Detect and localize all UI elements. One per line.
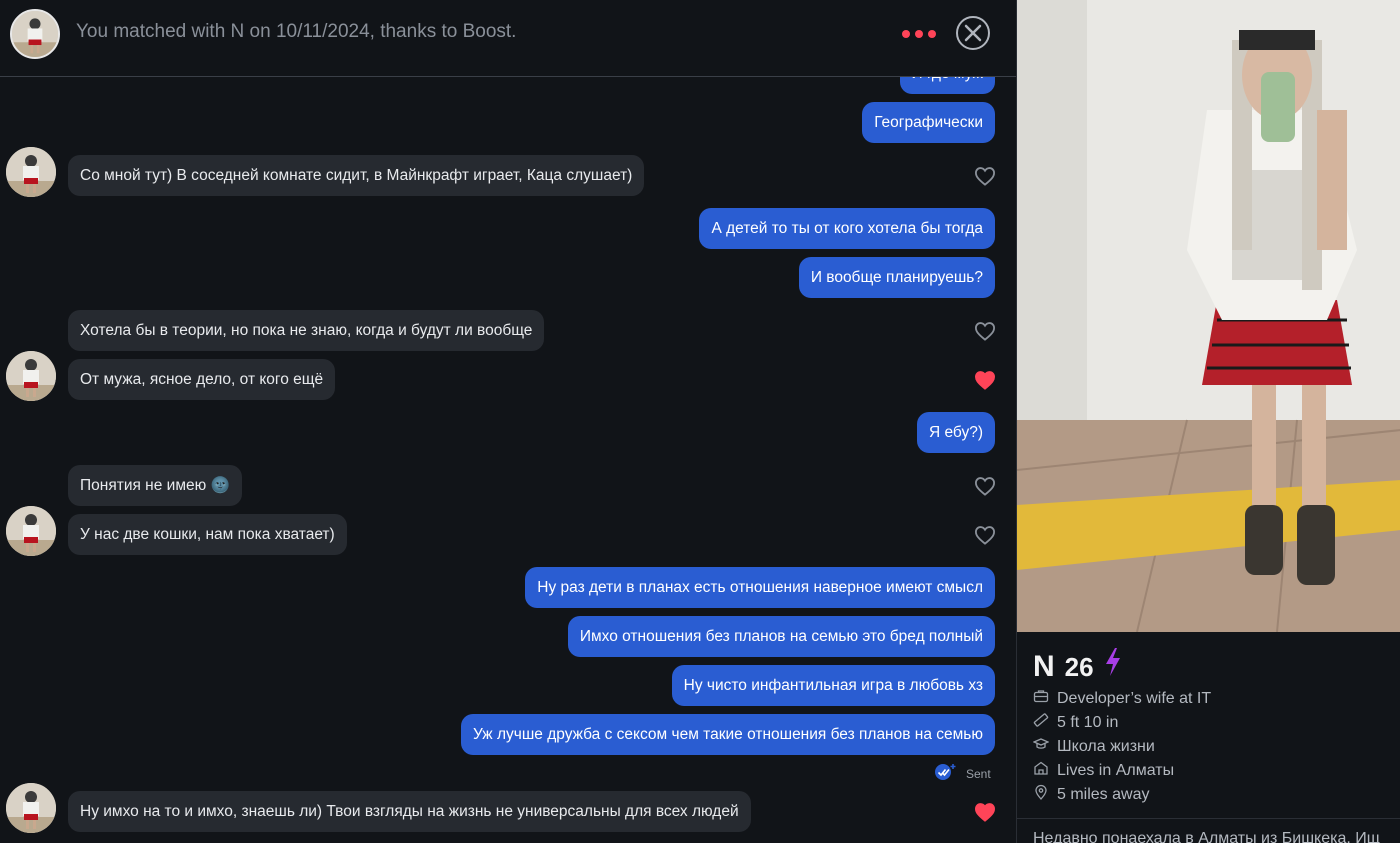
message-outgoing: Я ебу?) (916, 412, 995, 453)
message-incoming: Ну имхо на то и имхо, знаешь ли) Твои вз… (68, 791, 751, 832)
profile-age: 26 (1064, 652, 1094, 682)
avatar[interactable] (6, 506, 56, 556)
profile-photo[interactable] (1017, 0, 1400, 632)
distance-row: 5 miles away (1033, 784, 1149, 805)
match-avatar[interactable] (10, 9, 60, 59)
more-dots-icon[interactable] (902, 24, 936, 44)
heart-icon[interactable] (974, 525, 996, 545)
message-incoming: Понятия не имею 🌚 (68, 465, 242, 506)
lightning-icon (1104, 648, 1122, 681)
name-age-row: N 26 (1033, 648, 1122, 684)
avatar[interactable] (6, 147, 56, 197)
message-outgoing: Географически (862, 102, 995, 143)
briefcase-icon (1033, 688, 1049, 709)
message-outgoing: Ну раз дети в планах есть отношения наве… (525, 567, 995, 608)
double-check-icon (934, 763, 958, 784)
graduation-cap-icon (1032, 736, 1050, 757)
sent-status: Sent (934, 763, 991, 784)
heart-icon[interactable] (974, 476, 996, 496)
profile-name: N (1033, 650, 1055, 683)
heart-icon[interactable] (974, 802, 996, 822)
avatar[interactable] (6, 351, 56, 401)
location-pin-icon (1033, 784, 1049, 805)
ruler-icon (1033, 712, 1049, 733)
message-list[interactable]: И где муж Географически Со мной тут) В с… (0, 0, 1016, 843)
message-outgoing: И вообще планируешь? (798, 257, 995, 298)
sent-label: Sent (966, 766, 991, 781)
job-row: Developer’s wife at IT (1033, 688, 1211, 709)
avatar[interactable] (6, 783, 56, 833)
message-incoming: От мужа, ясное дело, от кого ещё (68, 359, 336, 400)
message-incoming: Хотела бы в теории, но пока не знаю, ког… (68, 310, 545, 351)
house-icon (1033, 760, 1049, 781)
school-text: Школа жизни (1057, 737, 1155, 755)
profile-bio: Недавно понаехала в Алматы из Бишкека. И… (1033, 830, 1380, 843)
chat-panel: И где муж Географически Со мной тут) В с… (0, 0, 1016, 843)
heart-icon[interactable] (974, 321, 996, 341)
message-incoming: Со мной тут) В соседней комнате сидит, в… (68, 155, 645, 196)
message-outgoing: Уж лучше дружба с сексом чем такие отнош… (460, 714, 995, 755)
distance-text: 5 miles away (1057, 785, 1150, 803)
lives-text: Lives in Алматы (1057, 761, 1175, 779)
school-row: Школа жизни (1032, 736, 1155, 757)
match-info-text: You matched with N on 10/11/2024, thanks… (76, 21, 517, 42)
message-outgoing: Имхо отношения без планов на семью это б… (567, 616, 995, 657)
divider (1017, 818, 1400, 819)
chat-header: You matched with N on 10/11/2024, thanks… (0, 0, 1016, 77)
profile-info: N 26 Developer’s wife at IT 5 ft 10 in Ш… (1017, 632, 1400, 843)
close-icon[interactable] (956, 16, 990, 50)
lives-row: Lives in Алматы (1033, 760, 1174, 781)
message-outgoing: А детей то ты от кого хотела бы тогда (699, 208, 995, 249)
message-incoming: У нас две кошки, нам пока хватает) (68, 514, 347, 555)
job-text: Developer’s wife at IT (1057, 689, 1212, 707)
message-outgoing: Ну чисто инфантильная игра в любовь хз (671, 665, 995, 706)
height-row: 5 ft 10 in (1033, 712, 1118, 733)
heart-icon[interactable] (974, 166, 996, 186)
heart-icon[interactable] (974, 370, 996, 390)
height-text: 5 ft 10 in (1057, 713, 1119, 731)
profile-panel: N 26 Developer’s wife at IT 5 ft 10 in Ш… (1016, 0, 1400, 843)
